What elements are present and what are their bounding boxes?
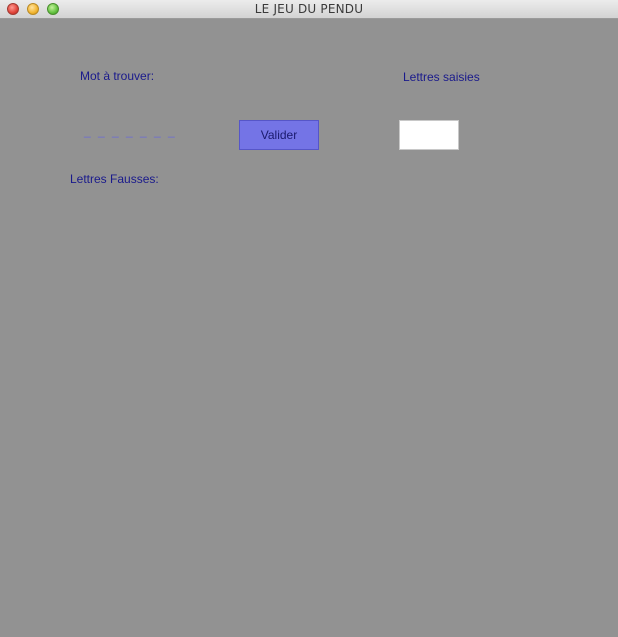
validate-button[interactable]: Valider bbox=[239, 120, 319, 150]
entered-letters-label: Lettres saisies bbox=[403, 70, 480, 84]
word-to-find-label: Mot à trouver: bbox=[80, 69, 155, 83]
game-window: LE JEU DU PENDU Mot à trouver: Lettres s… bbox=[0, 0, 618, 637]
letter-input[interactable] bbox=[399, 120, 459, 150]
masked-word: _ _ _ _ _ _ _ bbox=[84, 124, 177, 138]
wrong-letters-label: Lettres Fausses: bbox=[70, 172, 159, 186]
title-bar[interactable]: LE JEU DU PENDU bbox=[0, 0, 618, 19]
window-title: LE JEU DU PENDU bbox=[254, 2, 364, 16]
